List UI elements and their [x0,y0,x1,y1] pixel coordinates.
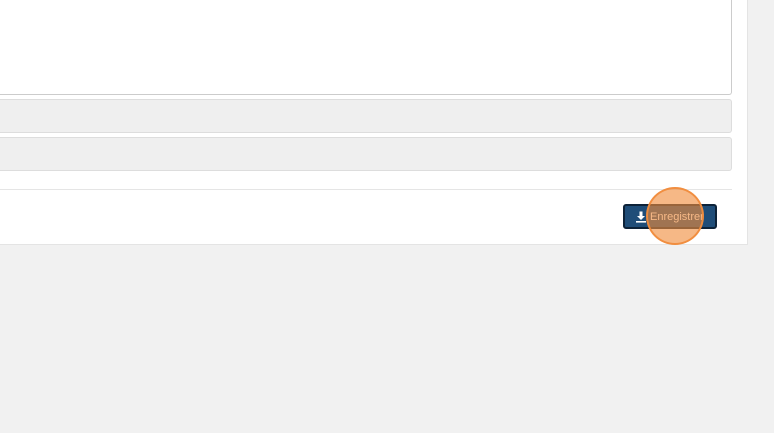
save-button[interactable]: Enregistrer [623,204,717,229]
save-button-label: Enregistrer [650,210,704,223]
form-card: Enregistrer [0,0,748,245]
download-icon [635,211,647,223]
text-area-field[interactable] [0,0,732,95]
collapsed-panel-1[interactable] [0,99,732,133]
collapsed-panel-2[interactable] [0,137,732,171]
footer-divider [0,189,732,190]
